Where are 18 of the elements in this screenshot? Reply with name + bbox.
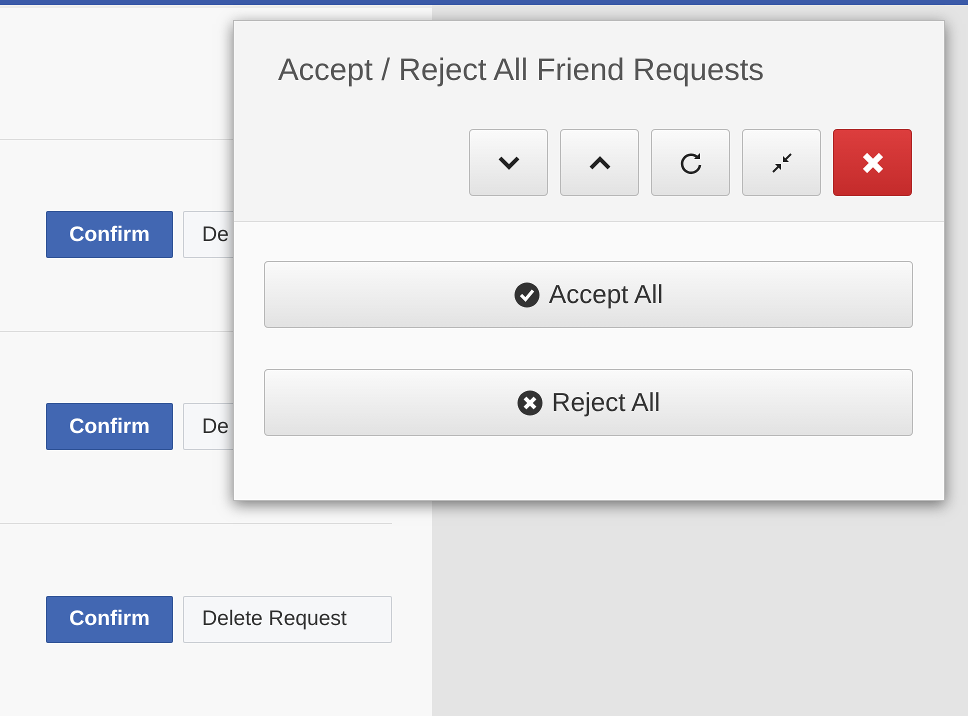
chevron-up-icon [588, 156, 610, 170]
check-circle-icon [514, 282, 540, 308]
accept-all-button[interactable]: Accept All [264, 261, 913, 328]
chevron-down-button[interactable] [469, 129, 548, 196]
x-circle-icon [516, 390, 543, 416]
chevron-up-button[interactable] [560, 129, 639, 196]
reject-all-button[interactable]: Reject All [264, 369, 913, 436]
compress-button[interactable] [742, 129, 821, 196]
compress-icon [770, 150, 794, 174]
chevron-down-icon [498, 156, 520, 170]
confirm-button[interactable]: Confirm [46, 403, 173, 450]
refresh-button[interactable] [651, 129, 730, 196]
close-icon [860, 150, 884, 174]
confirm-button[interactable]: Confirm [46, 211, 173, 258]
close-button[interactable] [833, 129, 912, 196]
delete-request-button[interactable]: Delete Request [183, 596, 392, 642]
dialog-title: Accept / Reject All Friend Requests [278, 54, 764, 85]
confirm-button[interactable]: Confirm [46, 596, 173, 642]
